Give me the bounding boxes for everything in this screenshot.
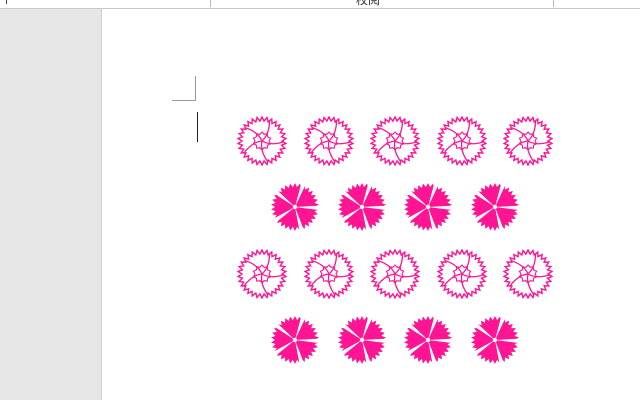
ribbon-divider <box>553 0 554 7</box>
margin-corner-mark <box>195 76 196 101</box>
carnation-filled-icon <box>337 182 387 232</box>
tab-review[interactable]: 校阅 <box>356 0 380 8</box>
carnation-outline-icon <box>237 249 287 299</box>
carnation-filled-icon <box>270 315 320 365</box>
ribbon-divider <box>210 0 211 7</box>
carnation-outline-icon <box>303 116 354 166</box>
margin-corner-mark <box>172 100 196 101</box>
carnation-filled-icon <box>270 182 320 232</box>
carnation-outline-icon <box>303 249 354 299</box>
ribbon-bottom-edge: 校阅 <box>0 0 640 9</box>
carnation-outline-icon <box>237 116 287 166</box>
carnation-outline-icon <box>436 249 487 299</box>
carnation-filled-icon <box>337 315 387 365</box>
carnation-filled-icon <box>470 315 520 365</box>
carnation-outline-icon <box>503 249 553 299</box>
ribbon-caret <box>6 0 7 4</box>
carnation-outline-icon <box>436 116 487 166</box>
carnation-outline-icon <box>503 116 553 166</box>
text-cursor <box>197 112 198 142</box>
carnation-filled-icon <box>403 315 453 365</box>
carnation-outline-icon <box>370 249 420 299</box>
document-page[interactable] <box>101 9 640 400</box>
carnation-outline-icon <box>370 116 420 166</box>
carnation-filled-icon <box>403 182 453 232</box>
carnation-filled-icon <box>470 182 520 232</box>
